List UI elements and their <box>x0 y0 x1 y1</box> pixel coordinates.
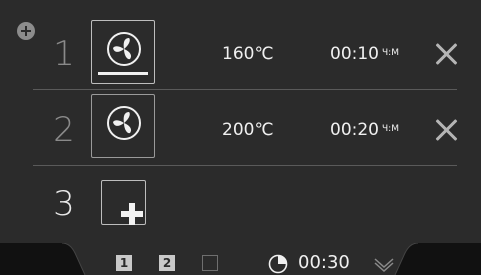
time-value[interactable]: 00:20 Ч:М <box>330 120 410 140</box>
step-row-1: 1 160℃ 00:10 Ч:М <box>0 18 481 88</box>
fan-icon <box>107 106 141 140</box>
divider <box>33 89 457 90</box>
time-unit: Ч:М <box>382 48 399 58</box>
fan-icon <box>107 32 141 66</box>
temperature-value[interactable]: 160℃ <box>222 44 282 64</box>
bottom-bar: 1 2 00:30 <box>0 243 481 275</box>
divider <box>33 165 457 166</box>
total-time: 00:30 <box>298 252 350 273</box>
clock-icon <box>268 254 288 274</box>
chevron-down-icon[interactable] <box>372 256 396 272</box>
time-text: 00:20 <box>330 120 379 140</box>
temperature-value[interactable]: 200℃ <box>222 120 282 140</box>
selected-indicator <box>98 72 148 75</box>
mode-button[interactable] <box>91 20 155 84</box>
step-slot-1[interactable]: 1 <box>116 255 132 271</box>
delete-step-button[interactable] <box>434 42 458 66</box>
time-text: 00:10 <box>330 44 379 64</box>
step-slot-2[interactable]: 2 <box>159 255 175 271</box>
time-value[interactable]: 00:10 Ч:М <box>330 44 410 64</box>
step-number: 2 <box>53 110 75 150</box>
step-number: 3 <box>53 184 75 224</box>
time-unit: Ч:М <box>382 124 399 134</box>
mode-button[interactable] <box>91 94 155 158</box>
bottom-bar-shape <box>0 243 481 275</box>
step-number: 1 <box>53 34 75 74</box>
step-slot-3[interactable] <box>202 255 218 271</box>
plus-icon <box>121 203 143 225</box>
delete-step-button[interactable] <box>434 118 458 142</box>
add-step-button[interactable] <box>101 180 146 225</box>
step-row-2: 2 200℃ 00:20 Ч:М <box>0 94 481 164</box>
